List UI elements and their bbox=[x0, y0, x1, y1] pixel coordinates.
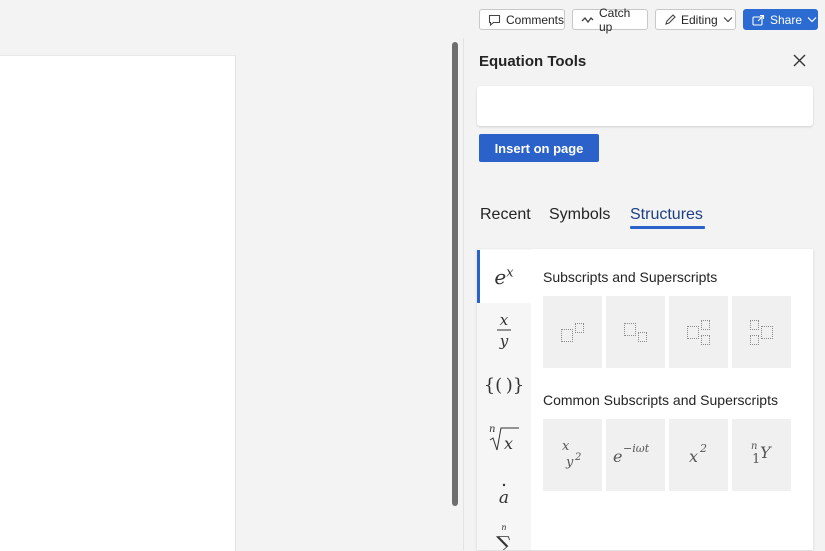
common-x-squared-tile[interactable]: x 2 bbox=[669, 419, 728, 491]
fraction-icon: x y bbox=[494, 310, 514, 354]
svg-text:n: n bbox=[489, 424, 495, 435]
superscript-template-tile[interactable] bbox=[543, 296, 602, 368]
svg-text:x: x bbox=[504, 434, 513, 453]
n-1-y-icon: n 1 Y bbox=[747, 437, 777, 473]
category-radical[interactable]: n x bbox=[477, 415, 531, 465]
svg-text:y: y bbox=[499, 332, 509, 350]
pane-divider bbox=[463, 38, 464, 550]
subscript-template-tile[interactable] bbox=[606, 296, 665, 368]
pencil-icon bbox=[664, 13, 676, 26]
common-e-iwt-tile[interactable]: e −iωt bbox=[606, 419, 665, 491]
close-pane-button[interactable] bbox=[790, 54, 808, 72]
tab-symbols[interactable]: Symbols bbox=[549, 206, 610, 224]
equation-input[interactable] bbox=[477, 86, 813, 126]
svg-text:2: 2 bbox=[699, 442, 707, 455]
left-subsuperscript-template-tile[interactable] bbox=[732, 296, 791, 368]
svg-text:y: y bbox=[565, 455, 574, 470]
active-category-indicator bbox=[477, 250, 480, 303]
section-heading-common-subscripts: Common Subscripts and Superscripts bbox=[543, 392, 778, 408]
svg-text:e: e bbox=[613, 447, 622, 466]
svg-text:x: x bbox=[562, 439, 570, 454]
svg-text:n: n bbox=[501, 523, 506, 532]
section-heading-subscripts: Subscripts and Superscripts bbox=[543, 269, 718, 285]
editing-mode-button[interactable]: Editing bbox=[655, 9, 736, 30]
comment-icon bbox=[488, 14, 501, 26]
vertical-scrollbar[interactable] bbox=[452, 42, 458, 506]
catch-up-button[interactable]: Catch up bbox=[572, 6, 648, 34]
share-button[interactable]: Share bbox=[743, 9, 818, 30]
svg-text:n: n bbox=[751, 441, 757, 452]
chevron-down-icon bbox=[807, 16, 817, 23]
share-icon bbox=[752, 14, 765, 26]
category-scripts[interactable]: ex bbox=[477, 250, 531, 303]
x-sub-y2-icon: x y 2 bbox=[558, 436, 588, 474]
left-subsuperscript-template-icon bbox=[750, 319, 773, 345]
active-tab-indicator bbox=[630, 226, 705, 229]
category-accent[interactable]: a bbox=[477, 474, 531, 514]
tab-recent[interactable]: Recent bbox=[480, 206, 531, 224]
catch-up-label: Catch up bbox=[599, 5, 631, 34]
svg-text:2: 2 bbox=[574, 452, 581, 463]
close-icon bbox=[793, 54, 806, 72]
document-page[interactable] bbox=[0, 55, 236, 551]
insert-on-page-button[interactable]: Insert on page bbox=[479, 134, 599, 162]
brackets-icon: {( )} bbox=[483, 374, 525, 396]
share-label: Share bbox=[770, 12, 803, 27]
radical-icon: n x bbox=[487, 422, 521, 458]
superscript-icon: ex bbox=[494, 264, 514, 289]
subsuperscript-template-icon bbox=[687, 319, 710, 345]
tab-structures[interactable]: Structures bbox=[630, 206, 703, 224]
chevron-down-icon bbox=[723, 16, 733, 23]
svg-text:−iωt: −iωt bbox=[623, 442, 650, 455]
pane-title: Equation Tools bbox=[479, 53, 587, 70]
subscript-template-icon bbox=[624, 322, 647, 342]
svg-text:x: x bbox=[689, 447, 698, 466]
svg-text:∑: ∑ bbox=[496, 533, 512, 550]
category-brackets[interactable]: {( )} bbox=[477, 362, 531, 408]
common-n1y-tile[interactable]: n 1 Y bbox=[732, 419, 791, 491]
comments-label: Comments bbox=[506, 12, 565, 27]
svg-text:a: a bbox=[499, 488, 509, 507]
summation-icon: n ∑ bbox=[492, 522, 516, 550]
comments-button[interactable]: Comments bbox=[479, 9, 565, 30]
accent-icon: a bbox=[494, 477, 514, 511]
svg-text:Y: Y bbox=[760, 443, 772, 462]
common-xy2-tile[interactable]: x y 2 bbox=[543, 419, 602, 491]
svg-text:x: x bbox=[500, 311, 509, 329]
e-minus-i-omega-t-icon: e −iωt bbox=[611, 438, 661, 472]
activity-icon bbox=[581, 15, 594, 25]
category-large-operator[interactable]: n ∑ bbox=[477, 522, 531, 550]
superscript-template-icon bbox=[561, 322, 584, 342]
editing-label: Editing bbox=[681, 12, 718, 27]
category-fraction[interactable]: x y bbox=[477, 306, 531, 358]
subsuperscript-template-tile[interactable] bbox=[669, 296, 728, 368]
x-squared-icon: x 2 bbox=[685, 438, 713, 472]
